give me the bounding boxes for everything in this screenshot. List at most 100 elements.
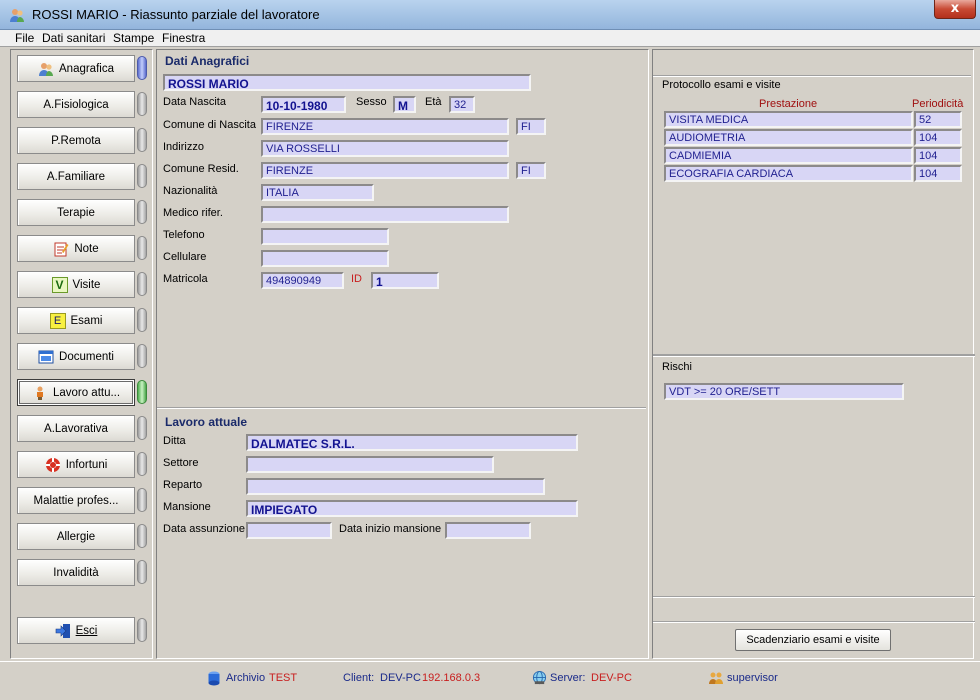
sidebar-item-label: Malattie profes... [33,494,119,507]
divider [653,596,975,597]
sidebar-item-invalidita[interactable]: Invalidità [17,559,135,586]
sesso-field[interactable]: M [393,96,416,113]
status-led [137,56,147,80]
col-prestazione-header: Prestazione [759,98,818,110]
data-inizio-field[interactable] [445,522,531,539]
v-badge-icon: V [51,276,68,293]
lavoro-section: Lavoro attuale Ditta DALMATEC S.R.L. Set… [157,408,646,658]
window-title: ROSSI MARIO - Riassunto parziale del lav… [32,7,320,22]
table-row-prestazione[interactable]: AUDIOMETRIA [664,129,913,146]
status-led [137,452,147,476]
divider [653,75,971,76]
client-ip: 192.168.0.3 [422,672,481,684]
lifebuoy-icon [45,457,60,472]
comune-nascita-field[interactable]: FIRENZE [261,118,509,135]
sidebar-item-terapie[interactable]: Terapie [17,199,135,226]
data-assunzione-field[interactable] [246,522,332,539]
sidebar-item-visite[interactable]: V Visite [17,271,135,298]
telefono-field[interactable] [261,228,389,245]
server-label: Server: [550,672,586,684]
server-name: DEV-PC [591,672,632,684]
nazionalita-field[interactable]: ITALIA [261,184,374,201]
prov-resid-field[interactable]: FI [516,162,546,179]
status-led [137,380,147,404]
sidebar-item-label: A.Lavorativa [44,422,108,435]
sidebar-item-lavorativa[interactable]: A.Lavorativa [17,415,135,442]
sidebar-item-allergie[interactable]: Allergie [17,523,135,550]
client-label: Client: [343,672,375,684]
sidebar-item-label: Allergie [56,530,96,543]
cellulare-field[interactable] [261,250,389,267]
notepad-icon [54,242,69,256]
status-led [137,200,147,224]
status-led [137,128,147,152]
table-row-periodicita[interactable]: 104 [914,147,962,164]
sidebar-item-familiare[interactable]: A.Familiare [17,163,135,190]
prov-nascita-field[interactable]: FI [516,118,546,135]
id-field[interactable]: 1 [371,272,439,289]
menu-file[interactable]: File [15,31,34,45]
table-row-periodicita[interactable]: 52 [914,111,962,128]
mansione-field[interactable]: IMPIEGATO [246,500,578,517]
table-row-prestazione[interactable]: VISITA MEDICA [664,111,913,128]
divider [653,354,975,357]
ditta-field[interactable]: DALMATEC S.R.L. [246,434,578,451]
reparto-field[interactable] [246,478,545,495]
table-row-periodicita[interactable]: 104 [914,165,962,182]
comune-resid-field[interactable]: FIRENZE [261,162,509,179]
matricola-field[interactable]: 494890949 [261,272,344,289]
status-led [137,92,147,116]
sidebar-item-note[interactable]: Note [17,235,135,262]
users-icon [709,672,723,684]
table-row-prestazione[interactable]: ECOGRAFIA CARDIACA [664,165,913,182]
sidebar-item-remota[interactable]: P.Remota [17,127,135,154]
scadenziario-button[interactable]: Scadenziario esami e visite [735,629,891,651]
sidebar-item-label: Invalidità [53,566,99,579]
settore-field[interactable] [246,456,494,473]
sidebar-item-label: A.Fisiologica [43,98,109,111]
main-panel: Dati Anagrafici ROSSI MARIO Data Nascita… [156,49,649,659]
server-globe-icon [532,670,547,685]
sidebar-item-infortuni[interactable]: Infortuni [17,451,135,478]
sidebar-item-label: Note [74,242,99,255]
risk-item[interactable]: VDT >= 20 ORE/SETT [664,383,904,400]
status-led [137,236,147,260]
sidebar: Anagrafica A.Fisiologica P.Remota A.Fami… [10,49,153,659]
data-nascita-field[interactable]: 10-10-1980 [261,96,346,113]
close-button[interactable]: x [934,0,976,19]
menu-stampe[interactable]: Stampe [113,31,154,45]
indirizzo-field[interactable]: VIA ROSSELLI [261,140,509,157]
ditta-label: Ditta [163,435,186,447]
lavoro-title: Lavoro attuale [165,415,248,429]
table-row-periodicita[interactable]: 104 [914,129,962,146]
cellulare-label: Cellulare [163,251,207,263]
archivio-value: TEST [269,672,298,684]
sidebar-item-fisiologica[interactable]: A.Fisiologica [17,91,135,118]
eta-field[interactable]: 32 [449,96,475,113]
exit-button[interactable]: Esci [17,617,135,644]
medico-field[interactable] [261,206,509,223]
sidebar-item-malattie[interactable]: Malattie profes... [17,487,135,514]
comune-resid-label: Comune Resid. [163,163,239,175]
sidebar-item-label: Terapie [57,206,95,219]
data-assunzione-label: Data assunzione [163,523,245,535]
sidebar-item-lavoro-attuale[interactable]: Lavoro attu... [17,379,135,406]
nazionalita-label: Nazionalità [163,185,218,197]
menu-dati-sanitari[interactable]: Dati sanitari [42,31,105,45]
sidebar-item-label: Infortuni [65,458,108,471]
status-led [137,164,147,188]
sidebar-item-esami[interactable]: E Esami [17,307,135,334]
anagrafica-title: Dati Anagrafici [165,54,250,68]
menu-finestra[interactable]: Finestra [162,31,205,45]
divider [653,621,975,622]
sidebar-item-documenti[interactable]: Documenti [17,343,135,370]
user-name: supervisor [727,672,778,684]
nome-field[interactable]: ROSSI MARIO [163,74,531,91]
data-inizio-label: Data inizio mansione [339,523,442,535]
table-row-prestazione[interactable]: CADMIEMIA [664,147,913,164]
exit-arrow-icon [55,623,70,638]
settore-label: Settore [163,457,199,469]
status-led [137,272,147,296]
sidebar-item-anagrafica[interactable]: Anagrafica [17,55,135,82]
eta-label: Età [425,96,442,108]
